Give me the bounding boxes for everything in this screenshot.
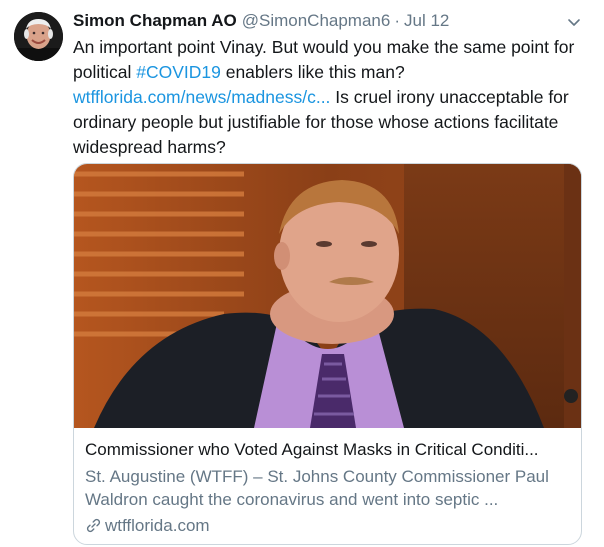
card-description: St. Augustine (WTFF) – St. Johns County … bbox=[85, 467, 549, 509]
card-text: Commissioner who Voted Against Masks in … bbox=[85, 438, 575, 537]
tweet-text-part: enablers like this man? bbox=[220, 62, 405, 82]
card-title[interactable]: Commissioner who Voted Against Masks in … bbox=[85, 438, 575, 462]
tweet[interactable]: Simon Chapman AO @SimonChapman6 · Jul 12… bbox=[0, 0, 604, 547]
link-preview-card[interactable]: Commissioner who Voted Against Masks in … bbox=[73, 163, 582, 545]
avatar[interactable] bbox=[14, 12, 63, 61]
card-image[interactable] bbox=[74, 164, 581, 428]
card-domain-text: wtfflorida.com bbox=[105, 516, 210, 535]
chevron-down-icon[interactable] bbox=[564, 12, 584, 32]
separator-dot: · bbox=[394, 11, 400, 30]
tweet-header: Simon Chapman AO @SimonChapman6 · Jul 12 bbox=[73, 10, 449, 32]
url-link[interactable]: wtfflorida.com/news/madness/c... bbox=[73, 87, 330, 107]
tweet-text: An important point Vinay. But would you … bbox=[73, 35, 578, 160]
hashtag-link[interactable]: #COVID19 bbox=[136, 62, 221, 82]
timestamp[interactable]: Jul 12 bbox=[404, 10, 449, 32]
user-handle[interactable]: @SimonChapman6 bbox=[242, 10, 391, 32]
link-icon bbox=[85, 517, 102, 534]
card-domain: wtfflorida.com bbox=[85, 514, 575, 537]
display-name[interactable]: Simon Chapman AO bbox=[73, 10, 237, 32]
